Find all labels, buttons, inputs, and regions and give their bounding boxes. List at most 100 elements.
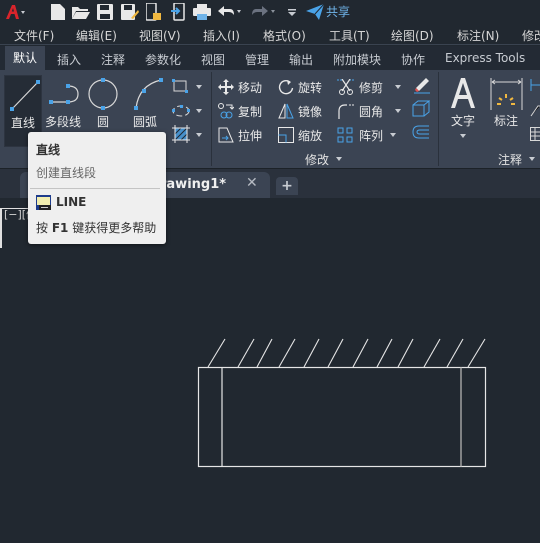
text-button[interactable]: 文字 bbox=[444, 74, 482, 150]
table-icon[interactable] bbox=[530, 126, 540, 145]
arc-icon bbox=[134, 78, 163, 110]
save-icon[interactable] bbox=[97, 3, 113, 21]
linear-dimension-icon[interactable] bbox=[530, 76, 540, 95]
tooltip-command: LINE bbox=[56, 195, 87, 209]
fillet-button[interactable]: 圆角 bbox=[337, 100, 383, 122]
modify-panel-title[interactable]: 修改 bbox=[305, 151, 329, 168]
menu-modify[interactable]: 修改 bbox=[522, 27, 540, 44]
tooltip-help: 按 F1 键获得更多帮助 bbox=[36, 219, 156, 236]
hatch-line bbox=[237, 338, 255, 368]
text-dropdown-icon[interactable] bbox=[460, 134, 466, 138]
tab-express-tools[interactable]: Express Tools bbox=[445, 51, 525, 65]
close-tab-icon[interactable]: ✕ bbox=[246, 175, 258, 191]
mirror-button[interactable]: 镜像 bbox=[278, 100, 322, 122]
mirror-label: 镜像 bbox=[298, 104, 323, 119]
scale-button[interactable]: 缩放 bbox=[278, 124, 322, 146]
hatch-line bbox=[376, 338, 393, 368]
copy-button[interactable]: 复制 bbox=[218, 100, 262, 122]
menu-draw[interactable]: 绘图(D) bbox=[391, 27, 434, 44]
menu-bar: 文件(F) 编辑(E) 视图(V) 插入(I) 格式(O) 工具(T) 绘图(D… bbox=[0, 24, 540, 45]
stretch-button[interactable]: 拉伸 bbox=[218, 124, 262, 146]
tab-manage[interactable]: 管理 bbox=[245, 51, 269, 68]
text-label: 文字 bbox=[450, 114, 475, 128]
save-to-mobile-icon[interactable] bbox=[171, 3, 187, 21]
offset-icon[interactable] bbox=[412, 124, 430, 144]
menu-dimension[interactable]: 标注(N) bbox=[457, 27, 499, 44]
array-icon bbox=[337, 127, 353, 143]
rectangle-dropdown-icon[interactable] bbox=[196, 85, 202, 89]
share-icon[interactable] bbox=[306, 3, 324, 21]
array-button[interactable]: 阵列 bbox=[337, 124, 383, 146]
tab-collaborate[interactable]: 协作 bbox=[401, 51, 425, 68]
panel-separator bbox=[211, 72, 212, 166]
explode-icon[interactable] bbox=[412, 100, 431, 122]
ellipse-dropdown-icon[interactable] bbox=[196, 109, 202, 113]
hatch-line bbox=[423, 338, 441, 368]
new-icon[interactable] bbox=[50, 3, 66, 21]
array-dropdown-icon[interactable] bbox=[390, 133, 396, 137]
menu-file[interactable]: 文件(F) bbox=[14, 27, 54, 44]
hatch-line bbox=[352, 338, 369, 368]
rotate-button[interactable]: 旋转 bbox=[278, 76, 322, 98]
modify-panel-dropdown-icon[interactable] bbox=[336, 157, 342, 161]
annotation-panel-title[interactable]: 注释 bbox=[498, 151, 522, 168]
stretch-icon bbox=[218, 127, 234, 143]
stretch-label: 拉伸 bbox=[238, 128, 263, 143]
rotate-icon bbox=[278, 79, 294, 95]
hatch-icon[interactable] bbox=[172, 125, 190, 147]
tab-view[interactable]: 视图 bbox=[201, 51, 225, 68]
menu-edit[interactable]: 编辑(E) bbox=[76, 27, 117, 44]
tab-addins[interactable]: 附加模块 bbox=[333, 51, 381, 68]
trim-icon bbox=[337, 79, 355, 95]
trim-button[interactable]: 修剪 bbox=[337, 76, 383, 98]
new-tab-button[interactable]: + bbox=[276, 177, 298, 195]
command-line-icon bbox=[36, 195, 51, 210]
copy-label: 复制 bbox=[238, 104, 263, 119]
hatch-line bbox=[446, 338, 464, 368]
tab-insert[interactable]: 插入 bbox=[57, 51, 81, 68]
fillet-label: 圆角 bbox=[359, 104, 384, 119]
ellipse-icon[interactable] bbox=[172, 102, 190, 121]
hatch-dropdown-icon[interactable] bbox=[196, 133, 202, 137]
tab-parametric[interactable]: 参数化 bbox=[145, 51, 181, 68]
leader-icon[interactable] bbox=[530, 102, 540, 122]
plot-icon[interactable] bbox=[193, 3, 211, 21]
tooltip-description: 创建直线段 bbox=[36, 166, 97, 180]
rectangle-icon[interactable] bbox=[172, 78, 188, 97]
hatch-line bbox=[467, 338, 486, 368]
redo-icon[interactable] bbox=[252, 3, 276, 21]
tooltip-help-suffix: 键获得更多帮助 bbox=[68, 221, 157, 235]
text-icon bbox=[451, 78, 475, 108]
dimension-icon bbox=[490, 78, 523, 110]
hatch-line bbox=[278, 338, 296, 368]
line-icon bbox=[10, 80, 40, 111]
trim-dropdown-icon[interactable] bbox=[395, 85, 401, 89]
save-as-icon[interactable] bbox=[121, 3, 139, 21]
dimension-button[interactable]: 标注 bbox=[487, 74, 525, 150]
fillet-dropdown-icon[interactable] bbox=[395, 109, 401, 113]
quick-access-toolbar: 共享 bbox=[0, 0, 540, 24]
tab-default[interactable]: 默认 bbox=[5, 46, 45, 70]
rotate-label: 旋转 bbox=[298, 80, 323, 95]
customize-icon[interactable] bbox=[287, 3, 297, 21]
erase-icon[interactable] bbox=[412, 76, 430, 98]
move-button[interactable]: 移动 bbox=[218, 76, 262, 98]
annotation-panel-dropdown-icon[interactable] bbox=[529, 157, 535, 161]
hatch-line bbox=[207, 338, 226, 368]
undo-icon[interactable] bbox=[218, 3, 242, 21]
menu-insert[interactable]: 插入(I) bbox=[203, 27, 240, 44]
file-tab-name: rawing1* bbox=[160, 177, 227, 192]
menu-format[interactable]: 格式(O) bbox=[263, 27, 306, 44]
open-icon[interactable] bbox=[72, 3, 90, 21]
tab-output[interactable]: 输出 bbox=[289, 51, 313, 68]
dimension-label: 标注 bbox=[493, 114, 518, 128]
drawing-canvas[interactable]: [−][俯 bbox=[0, 198, 540, 543]
fillet-icon bbox=[338, 104, 355, 119]
circle-icon bbox=[88, 78, 118, 110]
menu-view[interactable]: 视图(V) bbox=[139, 27, 181, 44]
share-label[interactable]: 共享 bbox=[326, 3, 350, 20]
open-from-mobile-icon[interactable] bbox=[146, 3, 162, 21]
tab-annotate[interactable]: 注释 bbox=[101, 51, 125, 68]
autocad-logo-icon[interactable] bbox=[4, 3, 26, 21]
menu-tools[interactable]: 工具(T) bbox=[329, 27, 370, 44]
